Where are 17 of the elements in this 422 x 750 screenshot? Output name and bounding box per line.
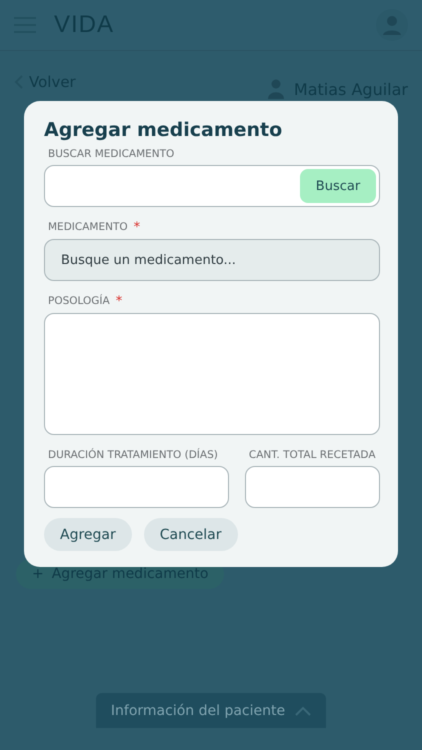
dialog-button[interactable]: Cancelar <box>144 518 238 551</box>
required-mark: * <box>134 220 140 235</box>
dosage-field[interactable] <box>44 313 380 435</box>
field-label: POSOLOGÍA <box>48 294 110 308</box>
search-field[interactable]: Buscar <box>44 165 380 207</box>
field-label: DURACIÓN TRATAMIENTO (DÍAS) <box>48 448 218 462</box>
quantity-field[interactable] <box>244 466 380 508</box>
duration-field[interactable] <box>44 466 229 508</box>
field-label: CANT. TOTAL RECETADA <box>248 448 376 462</box>
field-label: MEDICAMENTO <box>48 220 128 234</box>
search-button[interactable]: Buscar <box>300 169 376 203</box>
medication-field[interactable]: Busque un medicamento... <box>44 239 380 281</box>
dialog-title: Agregar medicamento <box>44 119 284 141</box>
dialog-button[interactable]: Agregar <box>44 518 132 551</box>
required-mark: * <box>116 294 122 309</box>
chevron-up-icon <box>295 706 312 716</box>
field-label: BUSCAR MEDICAMENTO <box>48 147 174 161</box>
